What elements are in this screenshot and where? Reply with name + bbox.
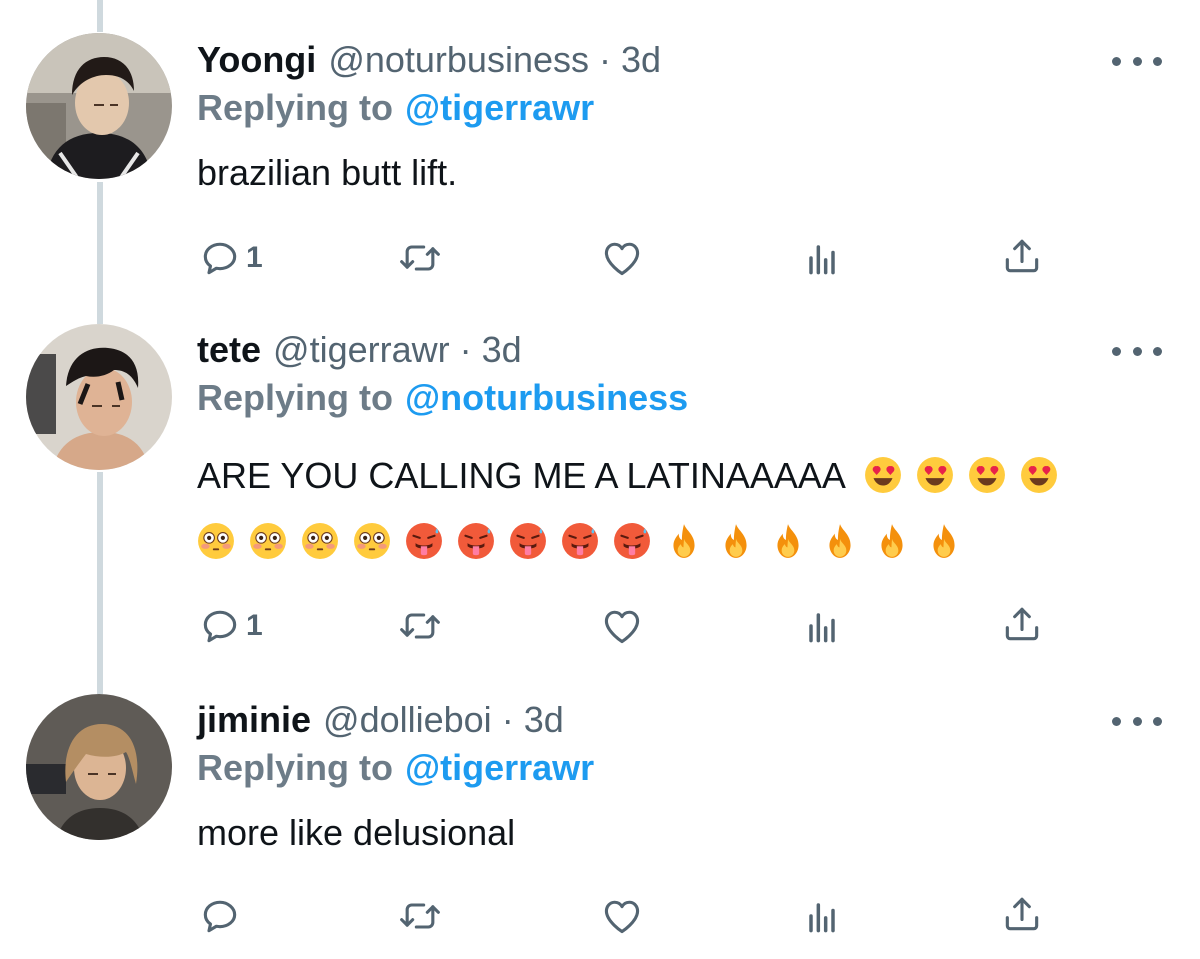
tweet-emoji-line	[197, 516, 963, 568]
more-options-icon[interactable]	[1112, 46, 1162, 76]
tweet-actions: 1	[0, 228, 1200, 288]
separator-dot: ·	[599, 39, 611, 80]
replying-to-mention[interactable]: @tigerrawr	[405, 87, 594, 129]
flushed-emoji	[301, 522, 339, 560]
hot-face-emoji	[457, 522, 495, 560]
avatar[interactable]	[26, 324, 172, 470]
share-button[interactable]	[1000, 234, 1044, 278]
timestamp[interactable]: 3d	[621, 39, 661, 81]
like-icon	[600, 894, 644, 938]
display-name[interactable]: tete	[197, 329, 261, 371]
reply-button[interactable]	[198, 894, 246, 938]
heart-eyes-emoji	[968, 456, 1006, 494]
more-options-icon[interactable]	[1112, 706, 1162, 736]
timestamp[interactable]: 3d	[524, 699, 564, 741]
fire-emoji	[821, 522, 859, 560]
tweet-text: ARE YOU CALLING ME A LATINAAAAA	[197, 455, 844, 496]
display-name[interactable]: jiminie	[197, 699, 311, 741]
retweet-icon	[398, 604, 442, 648]
analytics-button[interactable]	[800, 236, 844, 280]
thread-line-top	[97, 0, 103, 32]
user-handle[interactable]: @tigerrawr	[273, 329, 450, 371]
replying-to: Replying to @noturbusiness	[197, 372, 688, 424]
fire-emoji	[925, 522, 963, 560]
replying-to: Replying to @tigerrawr	[197, 82, 594, 134]
replying-to-label: Replying to	[197, 377, 393, 418]
flushed-emoji	[249, 522, 287, 560]
display-name[interactable]: Yoongi	[197, 39, 316, 81]
heart-eyes-emoji	[864, 456, 902, 494]
replying-to-label: Replying to	[197, 87, 393, 128]
like-button[interactable]	[600, 894, 644, 938]
retweet-icon	[398, 236, 442, 280]
like-button[interactable]	[600, 236, 644, 280]
tweet-actions	[0, 886, 1200, 946]
retweet-button[interactable]	[398, 894, 442, 938]
hot-face-emoji	[561, 522, 599, 560]
like-icon	[600, 604, 644, 648]
hot-face-emoji	[509, 522, 547, 560]
analytics-button[interactable]	[800, 894, 844, 938]
retweet-button[interactable]	[398, 604, 442, 648]
share-icon	[1000, 892, 1044, 936]
reply-icon	[198, 604, 242, 648]
user-handle[interactable]: @dollieboi	[323, 699, 492, 741]
tweet-text: more like delusional	[197, 812, 516, 853]
tweet-actions: 1	[0, 596, 1200, 656]
replying-to: Replying to @tigerrawr	[197, 742, 594, 794]
timestamp[interactable]: 3d	[482, 329, 522, 371]
tweet-text-line: ARE YOU CALLING ME A LATINAAAAA	[197, 450, 1058, 502]
fire-emoji	[665, 522, 703, 560]
thread-line-2	[97, 472, 103, 694]
tweet-header: jiminie @dollieboi · 3d	[197, 692, 564, 748]
like-button[interactable]	[600, 604, 644, 648]
flushed-emoji	[197, 522, 235, 560]
reply-count: 1	[246, 241, 263, 274]
heart-eyes-emoji	[1020, 456, 1058, 494]
analytics-icon	[800, 894, 844, 938]
analytics-icon	[800, 236, 844, 280]
avatar[interactable]	[26, 33, 172, 179]
reply-icon	[198, 236, 242, 280]
replying-to-mention[interactable]: @noturbusiness	[405, 377, 688, 419]
reply-button[interactable]: 1	[198, 604, 263, 648]
retweet-icon	[398, 894, 442, 938]
fire-emoji	[717, 522, 755, 560]
share-button[interactable]	[1000, 602, 1044, 646]
flushed-emoji	[353, 522, 391, 560]
reply-icon	[198, 894, 242, 938]
hot-face-emoji	[613, 522, 651, 560]
analytics-button[interactable]	[800, 604, 844, 648]
tweet-text: brazilian butt lift.	[197, 152, 458, 193]
more-options-icon[interactable]	[1112, 336, 1162, 366]
replying-to-mention[interactable]: @tigerrawr	[405, 747, 594, 789]
tweet-header: Yoongi @noturbusiness · 3d	[197, 32, 661, 88]
like-icon	[600, 236, 644, 280]
separator-dot: ·	[501, 699, 514, 740]
hot-face-emoji	[405, 522, 443, 560]
reply-button[interactable]: 1	[198, 236, 263, 280]
avatar[interactable]	[26, 694, 172, 840]
replying-to-label: Replying to	[197, 747, 393, 788]
tweet-header: tete @tigerrawr · 3d	[197, 322, 522, 378]
retweet-button[interactable]	[398, 236, 442, 280]
fire-emoji	[873, 522, 911, 560]
heart-eyes-emoji	[916, 456, 954, 494]
share-button[interactable]	[1000, 892, 1044, 936]
share-icon	[1000, 234, 1044, 278]
separator-dot: ·	[459, 329, 472, 370]
reply-count: 1	[246, 609, 263, 642]
analytics-icon	[800, 604, 844, 648]
user-handle[interactable]: @noturbusiness	[328, 39, 589, 81]
emoji-group	[864, 455, 1058, 496]
fire-emoji	[769, 522, 807, 560]
share-icon	[1000, 602, 1044, 646]
